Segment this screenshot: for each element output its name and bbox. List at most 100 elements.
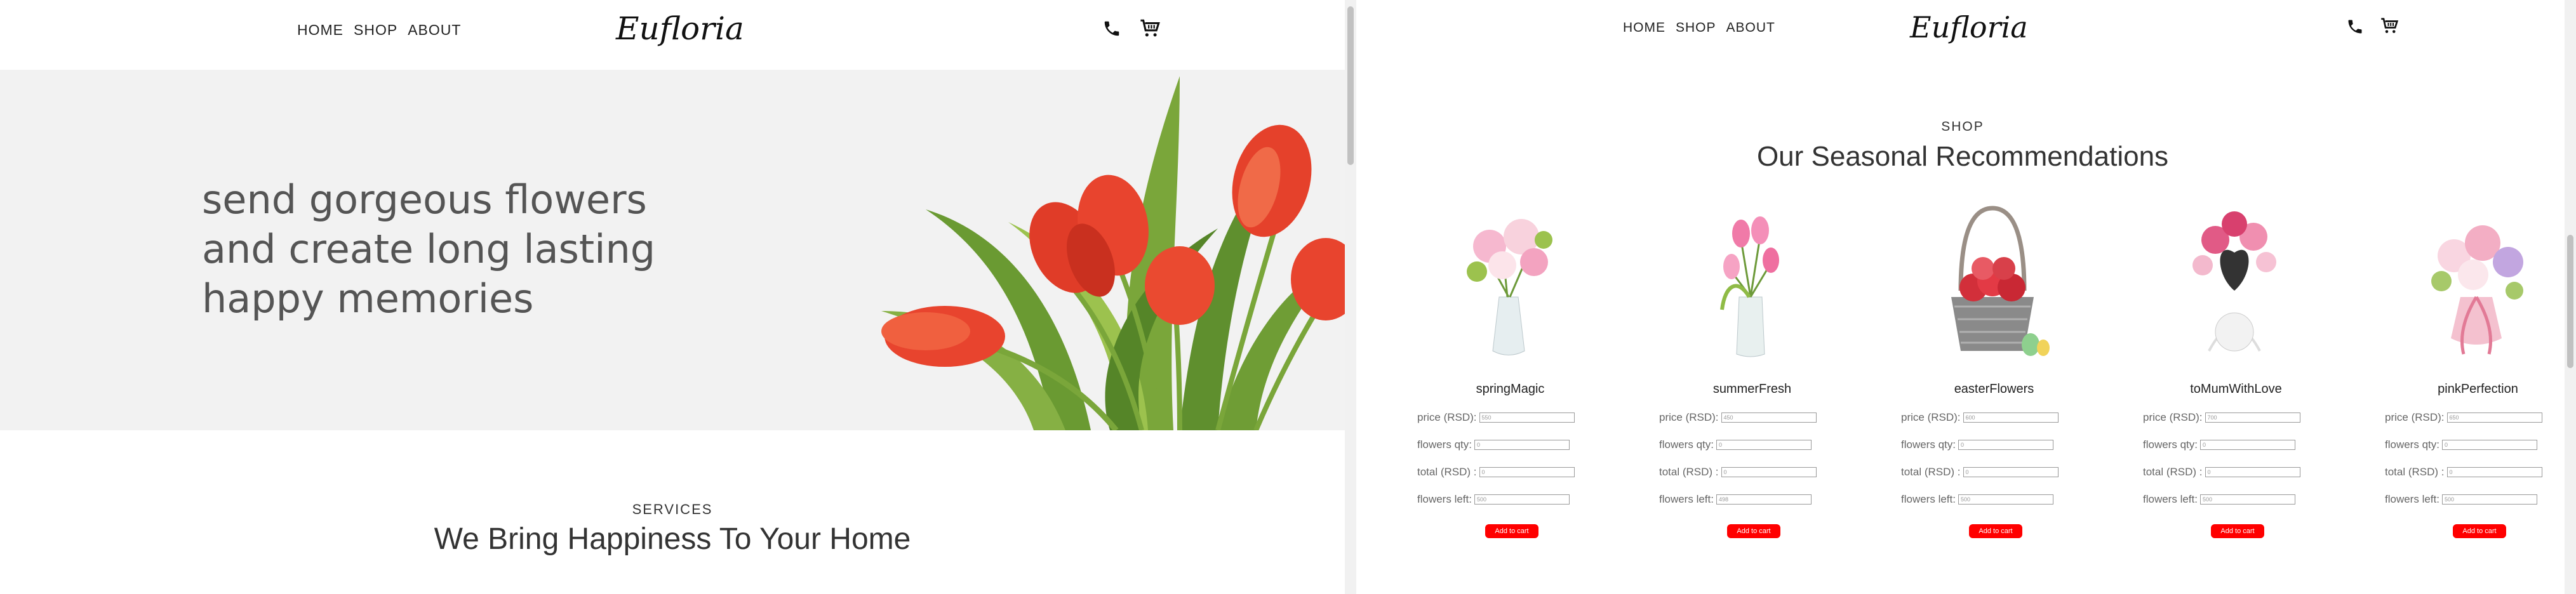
flowers-left-label: flowers left: [1417, 493, 1472, 505]
hero-tagline: send gorgeous flowers and create long la… [202, 175, 684, 324]
qty-label: flowers qty: [1417, 439, 1472, 451]
total-row: total (RSD) : 0 [1417, 466, 1575, 478]
price-row: price (RSD): 450 [1659, 411, 1817, 424]
left-scrollbar-thumb[interactable] [1347, 6, 1354, 165]
pink-bouquet-image [2431, 225, 2523, 355]
price-field[interactable]: 650 [2446, 412, 2542, 423]
flowers-left-field[interactable]: 500 [1474, 494, 1570, 505]
left-scrollbar[interactable] [1345, 0, 1356, 594]
product-card: easterFlowers price (RSD): 600 flowers q… [1873, 202, 2115, 557]
flowers-left-label: flowers left: [1901, 493, 1956, 505]
total-field[interactable]: 0 [2446, 467, 2542, 477]
price-label: price (RSD): [1659, 411, 1719, 423]
product-name: pinkPerfection [2438, 382, 2518, 396]
product-grid: springMagic price (RSD): 550 flowers qty… [1389, 202, 2568, 557]
flowers-left-field[interactable]: 500 [1958, 494, 2053, 505]
site-logo[interactable]: Eufloria [1910, 10, 2028, 44]
flowers-left-field[interactable]: 498 [1716, 494, 1812, 505]
add-to-cart-button[interactable]: Add to cart [2211, 524, 2264, 538]
left-row: flowers left: 500 [1901, 493, 2053, 506]
nav-home-link[interactable]: HOME [297, 22, 344, 39]
price-field[interactable]: 600 [1963, 412, 2059, 423]
mothers-day-bouquet-image [2192, 211, 2276, 352]
services-label: SERVICES [632, 501, 713, 517]
nav-about-link[interactable]: ABOUT [1726, 20, 1775, 36]
total-field[interactable]: 0 [1721, 467, 1817, 477]
product-name: easterFlowers [1954, 382, 2034, 396]
price-row: price (RSD): 600 [1901, 411, 2059, 424]
hero-line: and create long lasting [202, 226, 656, 272]
right-scrollbar-thumb[interactable] [2567, 235, 2573, 368]
left-row: flowers left: 500 [2143, 493, 2295, 506]
right-scrollbar[interactable] [2565, 0, 2576, 594]
phone-icon[interactable] [2346, 18, 2364, 36]
product-name: summerFresh [1712, 382, 1792, 396]
add-to-cart-button[interactable]: Add to cart [1969, 524, 2022, 538]
qty-field[interactable]: 0 [2441, 440, 2537, 450]
hero-line: happy memories [202, 275, 534, 322]
flowers-left-label: flowers left: [2143, 493, 2198, 505]
phone-icon[interactable] [1102, 19, 1121, 38]
qty-row: flowers qty: 0 [1659, 439, 1812, 451]
nav-links: HOME SHOP ABOUT [1623, 20, 1775, 36]
qty-row: flowers qty: 0 [1901, 439, 2053, 451]
top-nav: HOME SHOP ABOUT Eufloria [0, 0, 1345, 70]
easter-basket-image [1951, 206, 2050, 356]
price-field[interactable]: 550 [1479, 412, 1575, 423]
shop-page-view: HOME SHOP ABOUT Eufloria SHOP Our Season… [1358, 0, 2568, 594]
hero-banner: send gorgeous flowers and create long la… [0, 70, 1345, 430]
total-label: total (RSD) : [1659, 466, 1719, 478]
qty-row: flowers qty: 0 [2143, 439, 2295, 451]
cart-icon[interactable] [1139, 18, 1162, 39]
tulips-image [881, 76, 1345, 430]
nav-about-link[interactable]: ABOUT [408, 22, 461, 39]
total-label: total (RSD) : [2143, 466, 2203, 478]
total-label: total (RSD) : [1417, 466, 1477, 478]
add-to-cart-button[interactable]: Add to cart [2453, 524, 2506, 538]
product-card: springMagic price (RSD): 550 flowers qty… [1389, 202, 1631, 557]
qty-field[interactable]: 0 [1958, 440, 2053, 450]
price-row: price (RSD): 650 [2385, 411, 2542, 424]
total-field[interactable]: 0 [2205, 467, 2300, 477]
qty-row: flowers qty: 0 [1417, 439, 1570, 451]
qty-field[interactable]: 0 [2199, 440, 2295, 450]
total-field[interactable]: 0 [1963, 467, 2059, 477]
add-to-cart-button[interactable]: Add to cart [1485, 524, 1538, 538]
price-field[interactable]: 700 [2205, 412, 2300, 423]
total-row: total (RSD) : 0 [1659, 466, 1817, 478]
total-label: total (RSD) : [2385, 466, 2445, 478]
qty-row: flowers qty: 0 [2385, 439, 2537, 451]
flowers-left-field[interactable]: 500 [2441, 494, 2537, 505]
flowers-left-field[interactable]: 500 [2199, 494, 2295, 505]
bouquet-vase-image [1467, 219, 1552, 355]
shop-label: SHOP [1941, 119, 1984, 134]
price-field[interactable]: 450 [1721, 412, 1817, 423]
qty-label: flowers qty: [2143, 439, 2198, 451]
flowers-left-label: flowers left: [2385, 493, 2439, 505]
qty-label: flowers qty: [1659, 439, 1714, 451]
total-row: total (RSD) : 0 [1901, 466, 2059, 478]
price-label: price (RSD): [2385, 411, 2445, 423]
total-field[interactable]: 0 [1479, 467, 1575, 477]
product-card: pinkPerfection price (RSD): 650 flowers … [2357, 202, 2568, 557]
qty-field[interactable]: 0 [1716, 440, 1812, 450]
price-label: price (RSD): [1417, 411, 1477, 423]
nav-shop-link[interactable]: SHOP [1676, 20, 1716, 36]
total-row: total (RSD) : 0 [2385, 466, 2542, 478]
home-page-view: HOME SHOP ABOUT Eufloria send gorgeous f… [0, 0, 1345, 594]
qty-label: flowers qty: [1901, 439, 1956, 451]
total-label: total (RSD) : [1901, 466, 1961, 478]
price-label: price (RSD): [1901, 411, 1961, 423]
shop-title: Our Seasonal Recommendations [1756, 141, 2169, 172]
add-to-cart-button[interactable]: Add to cart [1727, 524, 1780, 538]
nav-home-link[interactable]: HOME [1623, 20, 1665, 36]
qty-field[interactable]: 0 [1474, 440, 1570, 450]
site-logo[interactable]: Eufloria [616, 10, 744, 47]
hero-line: send gorgeous flowers [202, 176, 647, 223]
total-row: total (RSD) : 0 [2143, 466, 2300, 478]
cart-icon[interactable] [2380, 16, 2400, 36]
nav-links: HOME SHOP ABOUT [297, 22, 461, 39]
nav-shop-link[interactable]: SHOP [354, 22, 397, 39]
qty-label: flowers qty: [2385, 439, 2439, 451]
services-title: We Bring Happiness To Your Home [434, 522, 911, 556]
